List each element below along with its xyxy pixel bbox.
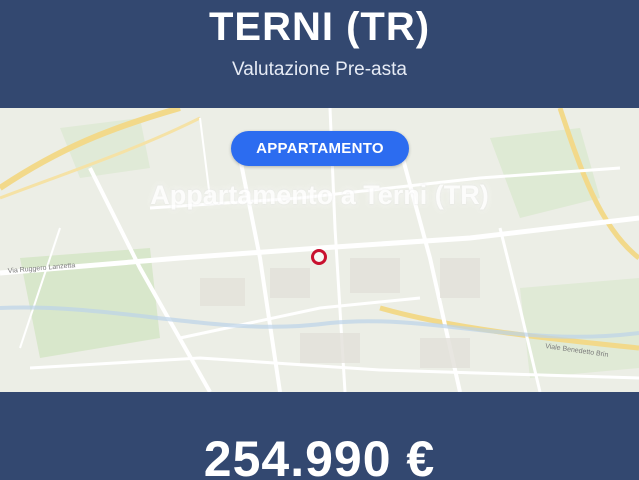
property-type-badge: APPARTAMENTO: [231, 131, 409, 166]
price-bar: 254.990 €: [0, 392, 639, 480]
listing-title: Appartamento a Terni (TR): [150, 180, 489, 210]
price-value: 254.990 €: [203, 431, 436, 480]
location-marker-icon[interactable]: [311, 249, 327, 265]
header-bar: TERNI (TR) Valutazione Pre-asta: [0, 0, 639, 108]
valuation-subtitle: Valutazione Pre-asta: [232, 59, 407, 80]
city-title: TERNI (TR): [208, 5, 431, 49]
